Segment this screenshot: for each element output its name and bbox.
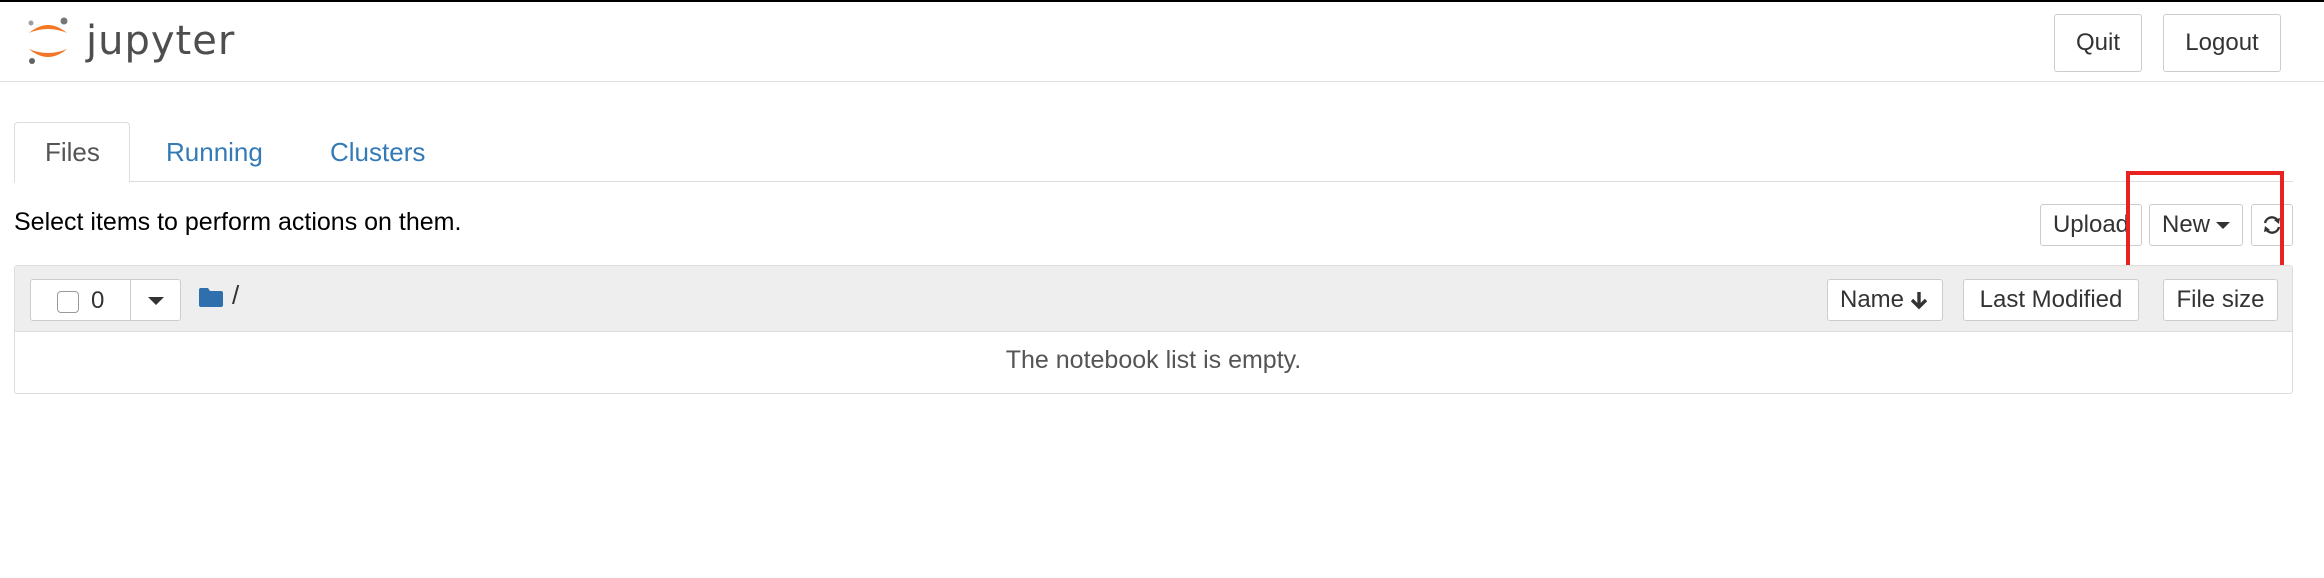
logout-button[interactable]: Logout [2163,14,2281,72]
sort-last-modified-button[interactable]: Last Modified [1963,279,2139,321]
upload-label: Upload [2052,211,2130,238]
jupyter-logo-icon [28,17,68,64]
tab-bar: Files Running Clusters [14,120,2293,183]
tab-running[interactable]: Running [136,122,293,182]
notebook-list: 0 / Name Last Modified File size The not… [14,265,2293,394]
folder-icon[interactable] [198,286,224,308]
selected-count: 0 [91,287,105,314]
tab-files[interactable]: Files [14,122,130,183]
list-header: 0 / Name Last Modified File size [15,266,2292,332]
tab-clusters[interactable]: Clusters [300,122,455,182]
logo-text: jupyter [86,18,236,64]
highlight-box [2126,171,2284,271]
empty-list-message: The notebook list is empty. [1005,346,1302,374]
selection-hint: Select items to perform actions on them. [14,208,462,236]
select-all-checkbox[interactable] [57,291,79,313]
select-divider [130,280,131,320]
jupyter-logo[interactable]: jupyter [24,12,235,70]
header: jupyter Quit Logout [0,2,2324,82]
sort-name-label: Name [1839,286,1905,313]
quit-button[interactable]: Quit [2054,14,2142,72]
sort-file-size-button[interactable]: File size [2163,279,2278,321]
select-menu-caret-icon[interactable] [148,297,164,305]
select-all-control: 0 [30,279,181,321]
sort-name-button[interactable]: Name [1827,279,1943,321]
arrow-down-icon [1910,292,1928,310]
breadcrumb-path[interactable]: / [232,280,239,311]
